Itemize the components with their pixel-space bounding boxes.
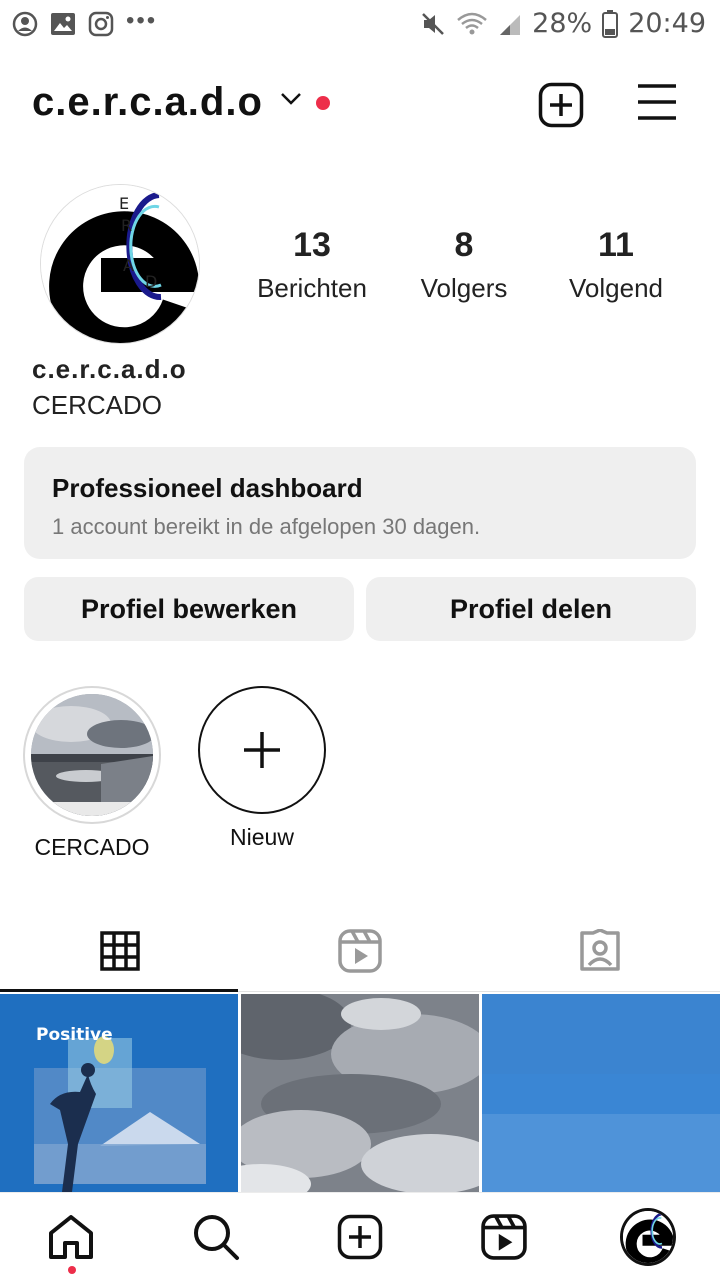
account-circle-icon <box>12 11 38 37</box>
gallery-icon <box>51 13 75 35</box>
cercado-logo <box>623 1211 673 1263</box>
highlight-label: Nieuw <box>230 824 294 850</box>
stat-following[interactable]: 11 Volgend <box>540 226 692 304</box>
signal-icon <box>500 14 521 35</box>
tab-reels[interactable] <box>240 910 480 991</box>
post-image <box>482 994 720 1192</box>
svg-text:D: D <box>145 272 157 291</box>
posts-grid: Positive <box>0 994 720 1192</box>
add-post-icon[interactable] <box>538 82 584 128</box>
highlight-cercado[interactable]: CERCADO <box>22 686 162 861</box>
nav-search[interactable] <box>188 1209 244 1265</box>
share-profile-button[interactable]: Profiel delen <box>366 577 696 641</box>
stat-label: Volgend <box>569 273 663 303</box>
reels-icon <box>338 928 382 973</box>
tagged-icon <box>580 928 620 971</box>
stat-value: 13 <box>293 226 331 264</box>
menu-icon[interactable] <box>636 82 678 122</box>
notification-dot <box>316 96 330 110</box>
battery-percent: 28% <box>532 8 593 39</box>
svg-text:E: E <box>119 194 129 213</box>
nav-reels[interactable] <box>476 1209 532 1265</box>
search-icon <box>194 1215 239 1260</box>
profile-avatar <box>620 1208 676 1266</box>
edit-profile-button[interactable]: Profiel bewerken <box>24 577 354 641</box>
svg-text:A: A <box>123 256 134 275</box>
nav-profile[interactable] <box>620 1208 676 1266</box>
profile-avatar[interactable]: E R A D <box>40 184 200 344</box>
highlight-ring <box>23 686 161 824</box>
create-icon <box>337 1214 383 1260</box>
tab-tagged[interactable] <box>480 910 720 991</box>
notification-dot <box>68 1266 76 1274</box>
chevron-down-icon[interactable] <box>280 92 302 106</box>
post-tile[interactable]: Positive <box>0 994 238 1192</box>
highlight-label: CERCADO <box>34 834 150 860</box>
highlight-new[interactable]: Nieuw <box>196 686 328 851</box>
post-caption: Positive <box>36 1025 113 1045</box>
account-switcher[interactable]: c.e.r.c.a.d.o <box>32 80 263 125</box>
reels-icon <box>481 1214 527 1260</box>
post-tile[interactable] <box>241 994 479 1192</box>
highlight-cover-image <box>31 694 153 816</box>
battery-icon <box>602 9 619 38</box>
profile-stats: 13 Berichten 8 Volgers 11 Volgend <box>236 226 706 304</box>
new-highlight-button[interactable] <box>198 686 326 814</box>
stat-value: 8 <box>454 226 474 264</box>
dashboard-title: Professioneel dashboard <box>52 473 363 503</box>
nav-home[interactable] <box>43 1209 99 1265</box>
stat-posts[interactable]: 13 Berichten <box>236 226 388 304</box>
profile-name: c.e.r.c.a.d.o <box>32 354 187 384</box>
professional-dashboard[interactable]: Professioneel dashboard 1 account bereik… <box>24 447 696 559</box>
status-bar: ••• 28% 20:49 <box>0 0 720 52</box>
profile-bio: CERCADO <box>32 390 163 420</box>
stat-label: Volgers <box>420 273 508 303</box>
grid-icon <box>100 930 140 971</box>
stat-followers[interactable]: 8 Volgers <box>388 226 540 304</box>
post-image <box>241 994 479 1192</box>
bottom-navigation <box>0 1192 720 1280</box>
mute-icon <box>422 12 445 35</box>
cercado-logo: E R A D <box>41 185 199 343</box>
post-tile[interactable] <box>482 994 720 1192</box>
svg-text:R: R <box>121 216 132 235</box>
stat-label: Berichten <box>257 273 367 303</box>
more-dots-icon: ••• <box>126 7 158 34</box>
plus-icon <box>244 732 280 768</box>
profile-header: c.e.r.c.a.d.o <box>32 76 692 136</box>
profile-tabs <box>0 910 720 992</box>
stat-value: 11 <box>598 226 634 264</box>
nav-create[interactable] <box>332 1209 388 1265</box>
home-icon <box>49 1215 93 1259</box>
clock: 20:49 <box>628 8 706 39</box>
dashboard-subtitle: 1 account bereikt in de afgelopen 30 dag… <box>52 514 481 539</box>
post-image: Positive <box>0 994 238 1192</box>
tab-posts[interactable] <box>0 910 240 992</box>
instagram-icon <box>88 11 114 37</box>
wifi-icon <box>457 12 487 34</box>
